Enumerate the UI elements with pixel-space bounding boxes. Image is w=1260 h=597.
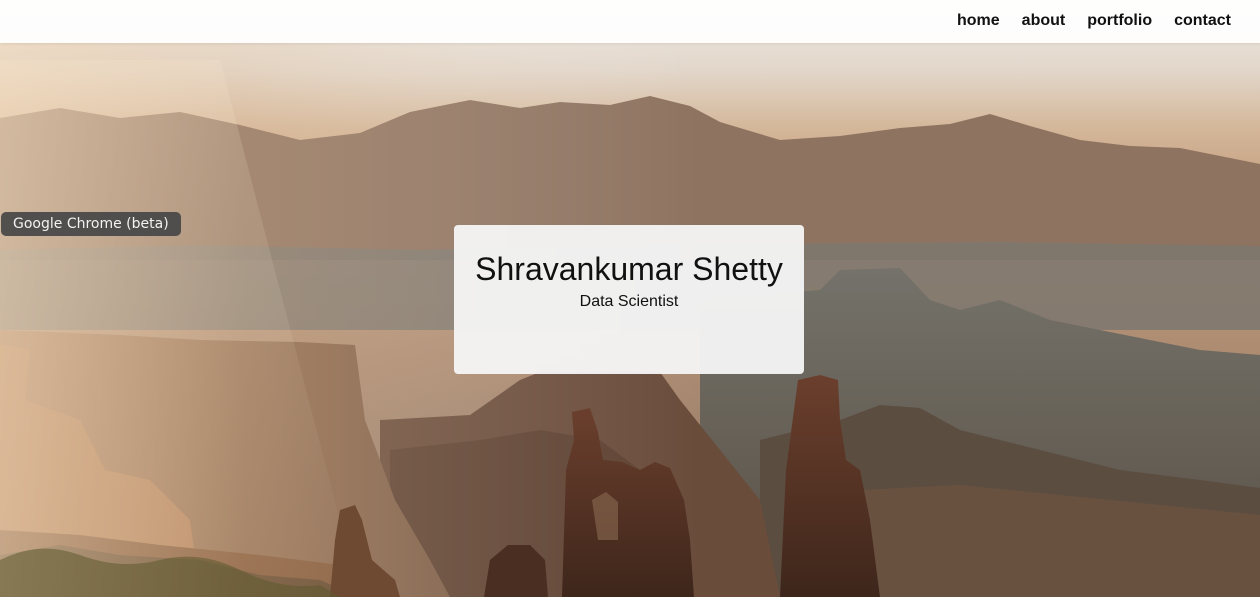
nav-link-home[interactable]: home xyxy=(957,11,1000,31)
hero-name-title: Shravankumar Shetty xyxy=(475,251,783,287)
nav-links: home about portfolio contact xyxy=(957,11,1231,31)
hero-role-subtitle: Data Scientist xyxy=(579,293,679,310)
hero-card: Shravankumar Shetty Data Scientist xyxy=(454,225,804,374)
system-tooltip: Google Chrome (beta) xyxy=(1,212,181,236)
nav-link-contact[interactable]: contact xyxy=(1174,11,1231,31)
top-navbar: home about portfolio contact xyxy=(0,0,1260,43)
hero-section: home about portfolio contact Google Chro… xyxy=(0,0,1260,597)
nav-link-about[interactable]: about xyxy=(1022,11,1066,31)
nav-link-portfolio[interactable]: portfolio xyxy=(1087,11,1152,31)
